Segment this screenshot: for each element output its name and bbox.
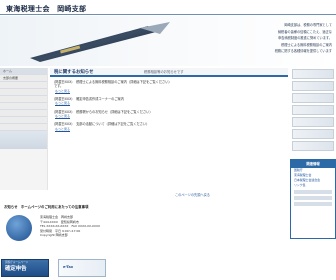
banner-label: e-Tax <box>63 265 74 269</box>
side-banner[interactable] <box>292 93 334 103</box>
side-banner[interactable] <box>292 129 334 139</box>
hero-text: 岡崎支部は、税務の専門家として 納税者の皆様の信頼にこたえ、適正な 申告納税制度… <box>136 22 336 55</box>
nav-item-about[interactable]: 支部の概要 <box>0 75 47 82</box>
nav-item-home[interactable]: ホーム <box>0 68 47 75</box>
news-header: 税に関するお知らせ 税務相談等のお知らせです <box>50 68 288 77</box>
related-links-heading: 関連情報 <box>291 160 335 168</box>
side-banner[interactable] <box>292 105 334 115</box>
site-title: 東海税理士会 岡崎支部 <box>6 5 87 13</box>
nav-item[interactable] <box>0 96 47 103</box>
side-banner[interactable] <box>292 69 334 79</box>
hero-line: 納税者の皆様の信頼にこたえ、適正な <box>277 29 332 34</box>
main-content: 税に関するお知らせ 税務相談等のお知らせです （掲載日XXX） 税理士による無料… <box>50 68 288 190</box>
news-more-link[interactable]: もっと見る <box>52 114 286 118</box>
bottom-banners: 国税庁ホームページ 確定申告 e-Tax <box>0 258 336 280</box>
news-item: （掲載日XXX） 税理士による無料税務相談のご案内（詳細は下記をご覧ください） … <box>52 80 286 93</box>
hero-line: 税務に関する各種情報を提供しています <box>274 49 332 54</box>
news-more-link[interactable]: もっと見る <box>52 89 286 93</box>
sidebar-divider <box>294 202 332 206</box>
hero-line: 申告納税制度の推進に努めています。 <box>278 36 332 41</box>
nav-item[interactable] <box>0 117 47 124</box>
hero-banner: 岡崎支部は、税務の専門家として 納税者の皆様の信頼にこたえ、適正な 申告納税制度… <box>0 16 336 66</box>
contact-info: 東海税理士会 岡崎支部 〒444-XXXX 愛知県岡崎市 TEL XXXX-XX… <box>6 213 288 253</box>
news-item: （掲載日XXX） 支部の活動について（詳細は下記をご覧ください） もっと見る <box>52 122 286 131</box>
sidebar-divider <box>294 190 332 194</box>
left-navigation: ホーム 支部の概要 <box>0 68 48 190</box>
contact-line: Copyright 岡崎支部 <box>40 233 68 238</box>
side-banner[interactable] <box>292 117 334 127</box>
hero-line: 岡崎支部は、税務の専門家として <box>284 23 332 27</box>
sidebar-divider <box>294 196 332 200</box>
nav-item[interactable] <box>0 103 47 110</box>
news-item: （掲載日XXX） 税務署からのお知らせ（詳細は下記をご覧ください） もっと見る <box>52 110 286 119</box>
nav-item[interactable] <box>0 82 47 89</box>
related-links-panel: 関連情報 国税庁 東海税理士会 日本税理士会連合会 リンク集 <box>290 159 336 239</box>
nav-banner-image[interactable] <box>0 131 47 149</box>
related-link[interactable]: リンク集 <box>291 183 335 188</box>
news-item: （掲載日XXX） 確定申告書作成コーナーのご案内 もっと見る <box>52 97 286 106</box>
news-more-link[interactable]: もっと見る <box>52 127 286 131</box>
back-to-top-link[interactable]: このページの先頭へ戻る <box>175 193 210 197</box>
tax-return-banner[interactable]: 国税庁ホームページ 確定申告 <box>1 259 49 277</box>
news-list: （掲載日XXX） 税理士による無料税務相談のご案内（詳細は下記をご覧ください） … <box>52 80 286 135</box>
banner-caption: 国税庁ホームページ <box>5 261 29 264</box>
side-banner[interactable] <box>292 141 334 151</box>
etax-banner[interactable]: e-Tax <box>58 259 106 277</box>
notice-text: お知らせ ホームページのご利用にあたっての注意事項 <box>4 205 89 209</box>
organization-logo <box>6 215 32 241</box>
banner-label: 確定申告 <box>5 266 27 272</box>
hero-line: 税理士による無料税務相談のご案内 <box>281 42 332 47</box>
news-title: 税に関するお知らせ <box>54 70 94 75</box>
nav-item[interactable] <box>0 89 47 96</box>
page: 東海税理士会 岡崎支部 岡崎支部は、税務の専門家として 納税者の皆様の信頼にこた… <box>0 0 336 280</box>
news-more-link[interactable]: もっと見る <box>52 101 286 105</box>
contact-lines: 東海税理士会 岡崎支部 〒444-XXXX 愛知県岡崎市 TEL XXXX-XX… <box>40 215 100 238</box>
side-banner[interactable] <box>292 81 334 91</box>
news-subtitle: 税務相談等のお知らせです <box>144 70 184 74</box>
header-divider <box>0 14 336 15</box>
nav-item[interactable] <box>0 124 47 131</box>
nav-item[interactable] <box>0 110 47 117</box>
